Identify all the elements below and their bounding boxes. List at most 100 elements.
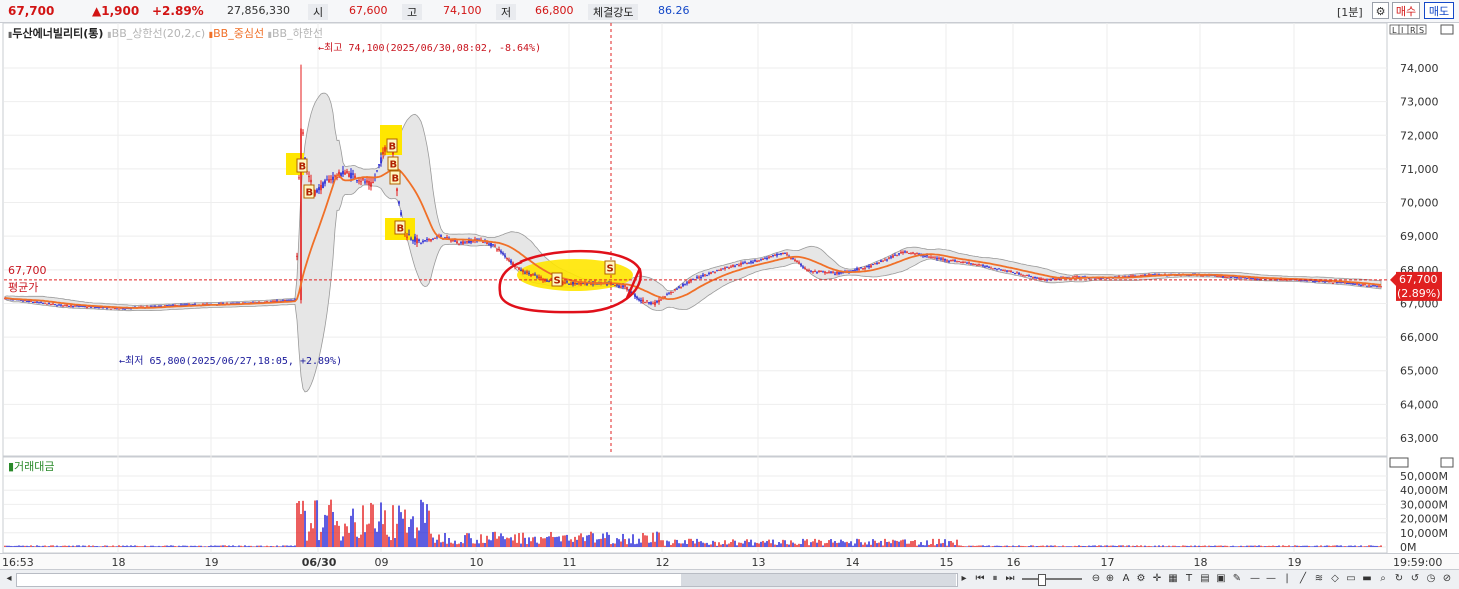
volume-bar [554,537,556,547]
undo-icon[interactable]: ↺ [1409,573,1421,585]
volume-bar [56,545,58,547]
candle-body [450,240,452,242]
layout-icon[interactable]: ▣ [1215,573,1227,585]
zoom-slider-handle[interactable] [1038,574,1046,586]
volume-panel-close-icon[interactable] [1440,457,1454,468]
volume-bar [1198,545,1200,547]
jump-end-icon[interactable]: ⏭ [1004,573,1016,585]
volume-bar [1360,545,1362,547]
fib-icon[interactable]: ≋ [1313,573,1325,585]
grid-toggle-icon[interactable]: ▦ [1167,573,1179,585]
candle-body [566,281,568,283]
volume-bar [292,546,294,547]
volume-bar [596,539,598,547]
volume-bar [678,543,680,547]
scroll-left-icon[interactable]: ◂ [3,573,15,585]
volume-bar [666,540,668,547]
font-size-icon[interactable]: A [1120,573,1132,585]
candle-body [900,251,902,253]
candle-body [1366,285,1368,287]
volume-bar [886,541,888,547]
zoom-in-icon[interactable]: ⊕ [1104,573,1116,585]
shape-icon[interactable]: ◇ [1329,573,1341,585]
candle-body [1028,275,1030,277]
volume-bar [652,532,654,547]
table-icon[interactable]: ▤ [1199,573,1211,585]
scrollbar-thumb[interactable] [681,574,956,586]
candle-body [942,258,944,260]
volume-panel-tool-icon[interactable] [1389,457,1409,468]
candle-body [1036,277,1038,279]
volume-bar [1370,545,1372,547]
volume-bar [564,535,566,547]
candle-body [890,256,892,258]
sell-button[interactable]: 매도 [1424,2,1454,19]
buy-button[interactable]: 매수 [1392,2,1420,19]
vline-icon[interactable]: | [1281,573,1293,585]
volume-bar [464,535,466,547]
time-axis-label: 12 [655,556,670,569]
volume-bar [1228,546,1230,547]
volume-bar [756,542,758,547]
volume-bar [700,541,702,547]
volume-bar [724,540,726,547]
trendline-icon[interactable]: ╱ [1297,573,1309,585]
volume-bar [1280,546,1282,547]
volume-bar [630,543,632,547]
close-chart-icon[interactable]: ⊘ [1441,573,1453,585]
volume-bar [692,540,694,547]
hline2-icon[interactable]: — [1265,573,1277,585]
candle-body [330,179,332,181]
save-icon[interactable]: ▬ [1361,573,1373,585]
candle-body [758,260,760,262]
candle-body [350,172,352,179]
search-icon[interactable]: ⌕ [1377,573,1389,585]
volume-bar [1032,545,1034,547]
volume-bar [394,538,396,547]
candle-body [746,263,748,265]
volume-legend: ▮거래대금 [8,460,55,473]
text-tool-icon[interactable]: T [1183,573,1195,585]
pause-icon[interactable]: ⏸ [989,573,1001,585]
volume-bar [954,545,956,547]
candle-body [684,283,686,285]
volume-bar [174,546,176,547]
candle-body [678,286,680,288]
interval-selector[interactable]: [1분] [1337,4,1363,20]
volume-bar [716,545,718,547]
candle-body [830,271,832,273]
panel-maximize-icon[interactable] [1440,24,1454,35]
candle-body [814,271,816,273]
jump-start-icon[interactable]: ⏮ [974,573,986,585]
zoom-slider[interactable] [1022,574,1082,586]
volume-bar [332,511,334,547]
volume-bar [54,546,56,547]
settings-gear-button[interactable]: ⚙ [1372,2,1389,19]
volume-bar [732,539,734,547]
quote-bar: 67,700 ▲1,900 +2.89% 27,856,330 시 67,600… [0,0,1459,23]
volume-bar [854,543,856,547]
candle-body [896,255,898,257]
candle-body [714,272,716,274]
candle-body [742,262,744,264]
price-chart[interactable]: 67,700평균가BBBBBBSS←최고 74,100(2025/06/30,0… [0,23,1459,553]
toolbar-gear-icon[interactable]: ⚙ [1135,573,1147,585]
candle-body [866,265,868,267]
clock-icon[interactable]: ◷ [1425,573,1437,585]
signal-letter: B [397,224,405,235]
volume-bar [776,544,778,547]
refresh-icon[interactable]: ↻ [1393,573,1405,585]
print-icon[interactable]: ▭ [1345,573,1357,585]
scroll-right-icon[interactable]: ▸ [958,573,970,585]
candle-body [466,241,468,243]
candle-body [60,304,62,306]
horizontal-scrollbar[interactable] [16,573,958,587]
zoom-out-icon[interactable]: ⊖ [1090,573,1102,585]
hline-icon[interactable]: — [1249,573,1261,585]
draw-tool-icon[interactable]: ✎ [1231,573,1243,585]
volume-bar [1264,546,1266,547]
volume-bar [710,544,712,547]
volume-bar [658,532,660,547]
volume-bar [642,532,644,547]
crosshair-icon[interactable]: ✛ [1151,573,1163,585]
